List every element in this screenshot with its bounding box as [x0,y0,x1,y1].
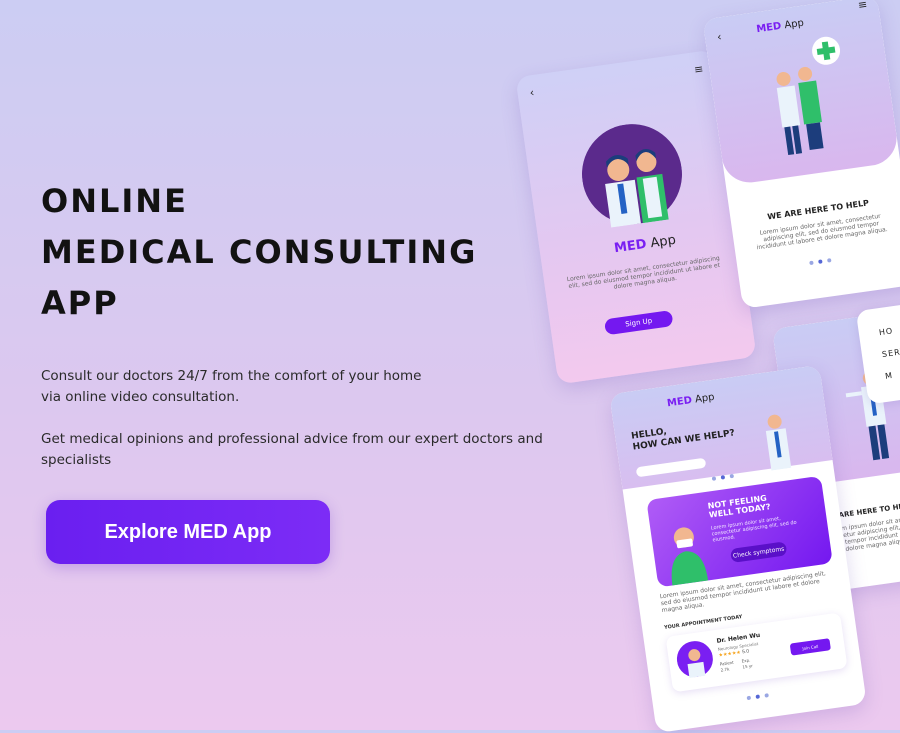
explore-app-button[interactable]: Explore MED App [46,500,330,564]
title-line-2: MEDICAL CONSULTING [41,233,478,271]
pager-dots[interactable] [746,693,769,701]
title-line-3: APP [41,284,119,322]
page-title: ONLINE MEDICAL CONSULTING APP [41,176,477,329]
brand-logo: MED App [613,232,677,257]
title-line-1: ONLINE [41,182,188,220]
promo-heading: NOT FEELING WELL TODAY? [707,493,772,520]
pager-dots[interactable] [809,258,832,266]
doctors-illustration [581,124,682,228]
description-paragraph-2: Get medical opinions and professional ad… [41,431,543,468]
back-arrow-icon[interactable]: ‹ [529,86,535,99]
sick-person-illustration [671,527,709,586]
description-line-1: Consult our doctors 24/7 from the comfor… [41,368,422,384]
join-call-button[interactable]: Join Call [789,638,831,656]
menu-icon[interactable]: ≡ [857,0,868,12]
description-paragraph-1: Consult our doctors 24/7 from the comfor… [41,366,601,408]
rating-value: 5.0 [741,648,750,656]
signup-lorem: Lorem ipsum dolor sit amet, consectetur … [566,254,721,291]
experience-stat: Exp. 15 yr [741,657,754,670]
hero-description: Consult our doctors 24/7 from the comfor… [41,366,601,492]
signup-button[interactable]: Sign Up [603,309,674,336]
patient-stat: Patient 2.7k [719,659,734,673]
description-line-2: via online video consultation. [41,389,240,405]
promo-card: NOT FEELING WELL TODAY? Lorem ipsum dolo… [646,475,833,588]
doctor-avatar [676,641,713,679]
menu-icon[interactable]: ≡ [693,62,704,76]
hero-section: ONLINE MEDICAL CONSULTING APP [41,176,477,329]
check-symptoms-button[interactable]: Check symptoms [729,541,788,563]
service-card-text: HO SERV M [878,326,900,381]
doctors-standing-illustration [776,36,841,156]
doctor-waving-illustration [765,414,792,471]
